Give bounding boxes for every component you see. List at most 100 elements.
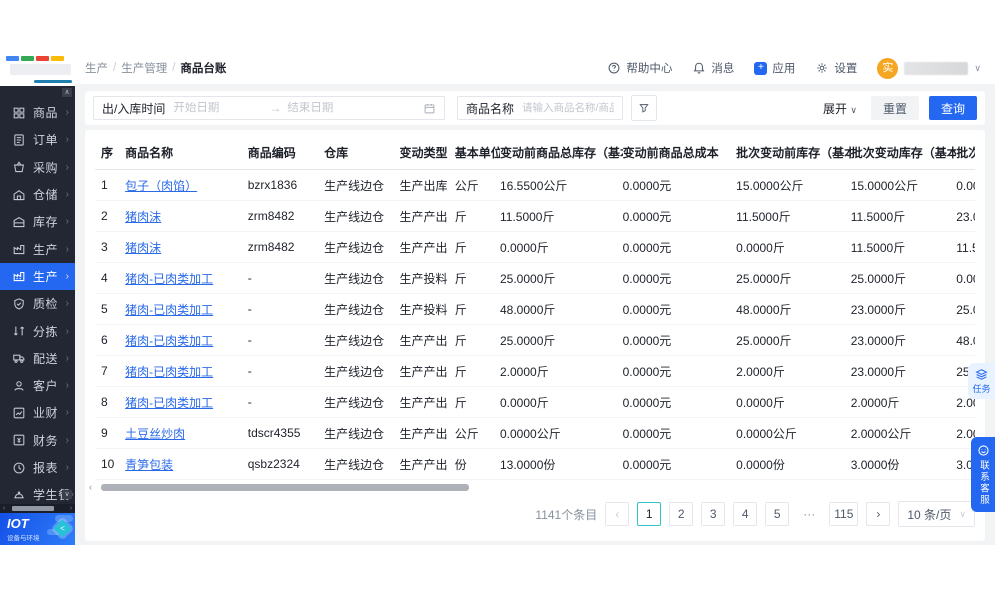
message-button[interactable]: 消息 [692,60,734,76]
product-name-filter[interactable]: 商品名称 [457,96,623,120]
sidebar-item-goods[interactable]: 商品 › [0,99,75,126]
layers-icon [975,369,988,380]
cell-unit: 公斤 [454,169,500,201]
expand-filters-link[interactable]: 展开 ∨ [823,100,857,117]
page-button-2[interactable]: 2 [669,502,694,526]
scroll-left-icon[interactable]: ‹ [89,482,92,492]
user-menu[interactable]: 实 ∨ [877,57,981,79]
settings-button[interactable]: 设置 [815,60,857,76]
sidebar-horizontal-scrollbar[interactable]: ‹ › [0,504,75,513]
cell-pre_total_cost: 0.0000元 [622,355,737,387]
cell-code: - [247,293,325,325]
product-name-link[interactable]: 猪肉沫 [125,231,248,263]
sidebar-item-business-finance[interactable]: 业财 › [0,399,75,426]
sidebar-item-qc[interactable]: 质检 › [0,290,75,317]
page-button-115[interactable]: 115 [829,502,859,526]
cell-batch_pre_stock: 0.0000斤 [736,231,851,263]
sidebar-item-production[interactable]: 生产 › [0,235,75,262]
date-range-picker[interactable]: 出/入库时间 → [93,96,445,120]
cell-pre_total_cost: 0.0000元 [622,324,737,356]
page-button-1[interactable]: 1 [637,502,662,526]
bell-icon [693,62,705,74]
sidebar-item-purchase[interactable]: 采购 › [0,154,75,181]
scrollbar-thumb[interactable] [101,484,469,491]
table-horizontal-scrollbar[interactable]: ‹ [89,482,975,492]
cell-batch_pre_stock: 0.0000公斤 [736,417,851,449]
column-header: 批次变动后库存（基本单位） [956,136,975,170]
table-scroll-viewport[interactable]: 序商品名称商品编码仓库变动类型基本单位变动前商品总库存（基本单位）变动前商品总成… [95,136,975,480]
chevron-right-icon: › [65,380,69,392]
cell-warehouse: 生产线边仓 [324,231,400,263]
cell-batch_post_stock: 11.5000斤 [956,231,975,263]
breadcrumb-item[interactable]: 生产 [85,60,108,76]
chevron-right-icon: › [65,189,69,201]
customer-service-label: 联系客服 [978,460,989,506]
sidebar-item-sorting[interactable]: 分拣 › [0,317,75,344]
order-icon [12,133,26,147]
product-name-link[interactable]: 青笋包装 [125,448,248,480]
product-name-input[interactable] [522,102,614,114]
page-button-5[interactable]: 5 [765,502,790,526]
apps-label: 应用 [772,63,796,75]
breadcrumb-separator: / [172,62,176,74]
table-row: 9 土豆丝炒肉 tdscr4355 生产线边仓 生产产出 公斤 0.0000公斤 0.0000… [95,417,975,449]
chevron-right-icon: › [65,407,69,419]
cell-batch_pre_stock: 25.0000斤 [736,262,851,294]
sidebar-item-iot[interactable]: < IOT 设备与环境 [0,513,75,545]
sidebar-item-customer[interactable]: 客户 › [0,372,75,399]
end-date-input[interactable] [287,102,378,114]
advanced-filter-button[interactable] [631,95,657,121]
cell-no: 9 [95,417,126,449]
table-row: 7 猪肉-已肉类加工 - 生产线边仓 生产产出斤 2.0000斤 0.0000元 2.0000… [95,355,975,387]
reset-button[interactable]: 重置 [870,96,919,120]
total-count: 1141个条目 [535,507,598,522]
scroll-right-icon[interactable]: › [67,505,75,512]
start-date-input[interactable] [173,102,264,114]
scrollbar-thumb[interactable] [12,506,54,511]
product-name-link[interactable]: 包子（肉馅） [125,169,248,201]
product-name-link[interactable]: 猪肉-已肉类加工 [125,355,248,387]
page-button-3[interactable]: 3 [701,502,726,526]
sidebar-item-delivery[interactable]: 配送 › [0,345,75,372]
breadcrumb-item[interactable]: 生产管理 [121,60,167,76]
sidebar-item-finance[interactable]: 财务 › [0,427,75,454]
message-label: 消息 [711,63,735,75]
sidebar-item-inventory[interactable]: 库存 › [0,208,75,235]
apps-button[interactable]: + 应用 [754,60,795,76]
cell-no: 10 [95,448,126,480]
scroll-left-icon[interactable]: ‹ [0,505,8,512]
prev-page-button[interactable]: ‹ [605,502,630,526]
cell-pre_total_stock: 11.5000斤 [499,200,623,232]
page-size-select[interactable]: 10 条/页 ∨ [898,501,975,527]
product-name-link[interactable]: 猪肉沫 [125,200,248,232]
cell-code: qsbz2324 [247,448,325,480]
column-header: 变动前商品总库存（基本单位） [499,136,623,170]
breadcrumb-item: 商品台账 [180,63,227,75]
sidebar-item-label: 报表 [33,461,59,475]
product-name-link[interactable]: 猪肉-已肉类加工 [125,386,248,418]
product-name-link[interactable]: 猪肉-已肉类加工 [125,293,248,325]
task-panel-button[interactable]: 任务 [968,363,995,399]
help-center-button[interactable]: 帮助中心 [607,60,672,76]
sidebar-item-warehouse[interactable]: 仓储 › [0,181,75,208]
product-name-link[interactable]: 猪肉-已肉类加工 [125,262,248,294]
product-name-link[interactable]: 猪肉-已肉类加工 [125,324,248,356]
next-page-button[interactable]: › [866,502,891,526]
cell-batch_pre_stock: 11.5000斤 [736,200,851,232]
purchase-icon [12,160,26,174]
sidebar-scroll-down-icon[interactable]: ∨ [62,490,72,499]
sidebar-item-factory[interactable]: 生产 › [0,262,75,291]
product-name-link[interactable]: 土豆丝炒肉 [125,417,248,449]
customer-service-button[interactable]: 联系客服 [971,437,995,512]
iot-title: IOT [7,516,29,531]
sidebar-item-report[interactable]: 报表 › [0,454,75,481]
sidebar-scroll-up-icon[interactable]: ∧ [62,88,72,97]
sidebar-item-label: 库存 [33,215,59,230]
sidebar: ∧ 商品 › 订单 › 采购 › 仓储 › 库存 › 生产 › 生产 › 质检 › 分拣 › 配送 › 客户 › 业财 › 财务… [0,86,75,545]
sidebar-item-label: 采购 [33,160,59,175]
page-button-4[interactable]: 4 [733,502,758,526]
iot-subtitle: 设备与环境 [7,535,40,542]
sidebar-item-order[interactable]: 订单 › [0,126,75,153]
search-button[interactable]: 查询 [928,96,977,120]
cell-warehouse: 生产线边仓 [324,262,400,294]
